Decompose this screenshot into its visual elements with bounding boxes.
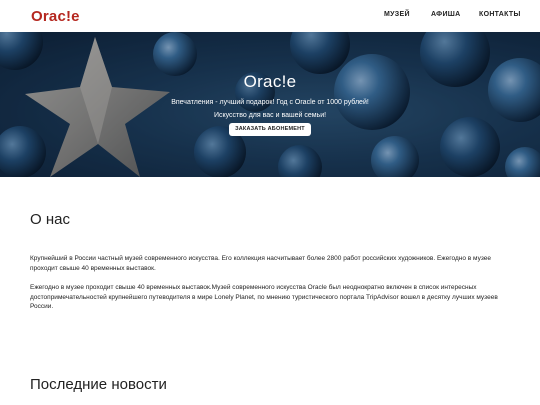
about-section-title: О нас bbox=[30, 211, 70, 228]
site-header: Orac!e МУЗЕЙ АФИША КОНТАКТЫ bbox=[0, 0, 540, 32]
hero-title: Orac!e bbox=[243, 72, 297, 91]
nav-link-afisha[interactable]: АФИША bbox=[431, 11, 460, 18]
hero-tagline: Впечатления - лучший подарок! Год с Orac… bbox=[171, 99, 369, 106]
news-section-title: Последние новости bbox=[30, 376, 167, 393]
about-paragraph-1: Крупнейший в России частный музей соврем… bbox=[30, 255, 491, 272]
nav-link-museum[interactable]: МУЗЕЙ bbox=[384, 11, 410, 18]
hero-banner: Orac!e Впечатления - лучший подарок! Год… bbox=[0, 32, 540, 177]
hero-subtagline: Искусство для вас и вашей семьи! bbox=[213, 112, 327, 119]
site-logo[interactable]: Orac!e bbox=[31, 8, 80, 25]
order-subscription-button[interactable]: ЗАКАЗАТЬ АБОНЕМЕНТ bbox=[229, 123, 311, 136]
about-paragraph-2: Ежегодно в музее проходит свыше 40 време… bbox=[30, 284, 498, 310]
nav-link-contacts[interactable]: КОНТАКТЫ bbox=[479, 11, 521, 18]
